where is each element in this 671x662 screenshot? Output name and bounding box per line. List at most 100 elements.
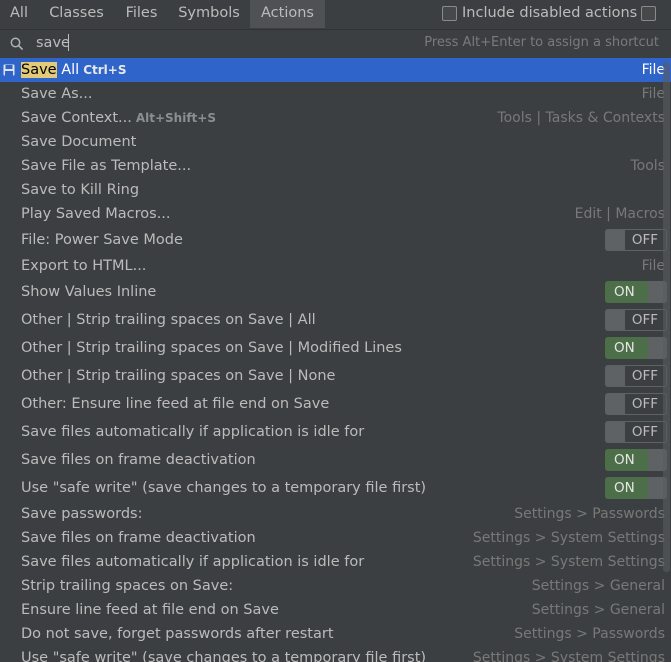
- tab-all[interactable]: All: [0, 0, 38, 28]
- action-name: Other | Strip trailing spaces on Save | …: [21, 312, 316, 328]
- action-row[interactable]: Save to Kill Ring: [0, 178, 671, 202]
- action-name: Strip trailing spaces on Save:: [21, 578, 233, 594]
- toggle-knob: [606, 230, 625, 250]
- name-text: Show Values Inline: [21, 284, 157, 300]
- option-row[interactable]: Save files on frame deactivation ON: [0, 446, 671, 474]
- action-name: Save Document: [21, 134, 136, 150]
- action-name: Ensure line feed at file end on Save: [21, 602, 279, 618]
- name-text: Use "safe write" (save changes to a temp…: [21, 480, 427, 496]
- action-row[interactable]: Use "safe write" (save changes to a temp…: [0, 646, 671, 662]
- tab-classes[interactable]: Classes: [38, 0, 115, 28]
- option-row[interactable]: Other | Strip trailing spaces on Save | …: [0, 362, 671, 390]
- action-row[interactable]: Save passwords: Settings > Passwords: [0, 502, 671, 526]
- tab-symbols[interactable]: Symbols: [168, 0, 250, 28]
- action-name: File: Power Save Mode: [21, 232, 183, 248]
- include-disabled-checkbox[interactable]: [442, 6, 457, 21]
- toggle-knob: [606, 310, 625, 330]
- name-text: Use "safe write" (save changes to a temp…: [21, 650, 427, 662]
- option-row[interactable]: Use "safe write" (save changes to a temp…: [0, 474, 671, 502]
- scrollbar[interactable]: [663, 62, 670, 572]
- toggle-switch[interactable]: OFF: [605, 421, 667, 443]
- action-row[interactable]: Strip trailing spaces on Save: Settings >…: [0, 574, 671, 598]
- name-text: Strip trailing spaces on Save:: [21, 578, 234, 594]
- toggle-switch[interactable]: OFF: [605, 229, 667, 251]
- action-location: Settings > General: [531, 602, 665, 618]
- action-row[interactable]: Save All Ctrl+S File: [0, 58, 671, 82]
- option-row[interactable]: Show Values Inline ON: [0, 278, 671, 306]
- action-location: Settings > General: [531, 578, 665, 594]
- results-list: Save All Ctrl+S File Save As... File Save Con…: [0, 58, 671, 662]
- action-row[interactable]: Save files on frame deactivation Settings…: [0, 526, 671, 550]
- action-name: Save All Ctrl+S: [21, 62, 126, 78]
- name-text: Export to HTML...: [21, 258, 147, 274]
- option-row[interactable]: Other: Ensure line feed at file end on S…: [0, 390, 671, 418]
- action-row[interactable]: Save As... File: [0, 82, 671, 106]
- save-icon: [3, 64, 15, 76]
- shortcut-hint: Press Alt+Enter to assign a shortcut: [424, 35, 659, 50]
- name-text: Save to Kill Ring: [21, 182, 140, 198]
- action-location: Edit | Macros: [574, 206, 665, 222]
- option-row[interactable]: Save files automatically if application …: [0, 418, 671, 446]
- option-row[interactable]: Other | Strip trailing spaces on Save | …: [0, 334, 671, 362]
- action-row[interactable]: Ensure line feed at file end on Save Sett…: [0, 598, 671, 622]
- toggle-switch[interactable]: OFF: [605, 365, 667, 387]
- toggle-knob: [606, 366, 625, 386]
- tab-files[interactable]: Files: [115, 0, 168, 28]
- action-location: File: [641, 258, 665, 274]
- name-text: Save Context...: [21, 110, 132, 126]
- toggle-label: OFF: [631, 424, 658, 440]
- toggle-switch[interactable]: OFF: [605, 309, 667, 331]
- action-location: Settings > Passwords: [514, 626, 665, 642]
- search-icon: [10, 37, 24, 51]
- action-name: Use "safe write" (save changes to a temp…: [21, 480, 426, 496]
- tab-bar: All Classes Files Symbols Actions Includ…: [0, 0, 671, 28]
- action-name: Show Values Inline: [21, 284, 156, 300]
- toggle-switch[interactable]: ON: [605, 449, 667, 471]
- name-text: Save files automatically if application …: [21, 554, 365, 570]
- action-row[interactable]: Export to HTML... File: [0, 254, 671, 278]
- action-row[interactable]: Save File as Template... Tools: [0, 154, 671, 178]
- action-name: Save As...: [21, 86, 93, 102]
- toggle-label: ON: [614, 284, 635, 300]
- action-name: Save files on frame deactivation: [21, 452, 256, 468]
- shortcut-label: Ctrl+S: [83, 63, 127, 77]
- action-location: Settings > System Settings: [472, 530, 665, 546]
- option-row[interactable]: Other | Strip trailing spaces on Save | …: [0, 306, 671, 334]
- name-text: Save files on frame deactivation: [21, 452, 256, 468]
- toggle-switch[interactable]: ON: [605, 337, 667, 359]
- action-row[interactable]: Save Context... Alt+Shift+S Tools | Tasks …: [0, 106, 671, 130]
- action-row[interactable]: Save Document: [0, 130, 671, 154]
- action-location: File: [641, 86, 665, 102]
- action-name: Save File as Template...: [21, 158, 191, 174]
- toggle-knob: [606, 422, 625, 442]
- toggle-label: ON: [614, 340, 635, 356]
- pin-window-checkbox[interactable]: [641, 6, 656, 21]
- toggle-switch[interactable]: ON: [605, 477, 667, 499]
- action-name: Export to HTML...: [21, 258, 146, 274]
- action-location: Tools: [630, 158, 666, 174]
- name-text: Save Document: [21, 134, 137, 150]
- tab-actions[interactable]: Actions: [250, 0, 325, 28]
- action-name: Play Saved Macros...: [21, 206, 171, 222]
- search-bar: Press Alt+Enter to assign a shortcut: [0, 29, 671, 58]
- name-text: Save files on frame deactivation: [21, 530, 256, 546]
- toggle-switch[interactable]: ON: [605, 281, 667, 303]
- action-row[interactable]: Play Saved Macros... Edit | Macros: [0, 202, 671, 226]
- action-location: Settings > System Settings: [472, 650, 665, 662]
- text-caret: [68, 34, 69, 51]
- name-text: All: [56, 62, 80, 78]
- match-highlight: Save: [21, 62, 57, 78]
- name-text: Other | Strip trailing spaces on Save | …: [21, 368, 336, 384]
- action-row[interactable]: Do not save, forget passwords after rest…: [0, 622, 671, 646]
- toggle-switch[interactable]: OFF: [605, 393, 667, 415]
- action-name: Use "safe write" (save changes to a temp…: [21, 650, 426, 662]
- name-text: Save As...: [21, 86, 93, 102]
- action-name: Save Context... Alt+Shift+S: [21, 110, 216, 126]
- search-input[interactable]: [36, 33, 336, 53]
- action-name: Other | Strip trailing spaces on Save | …: [21, 368, 335, 384]
- toggle-label: OFF: [631, 396, 658, 412]
- option-row[interactable]: File: Power Save Mode OFF: [0, 226, 671, 254]
- action-row[interactable]: Save files automatically if application …: [0, 550, 671, 574]
- action-name: Other | Strip trailing spaces on Save | …: [21, 340, 402, 356]
- include-disabled-label: Include disabled actions: [462, 5, 638, 21]
